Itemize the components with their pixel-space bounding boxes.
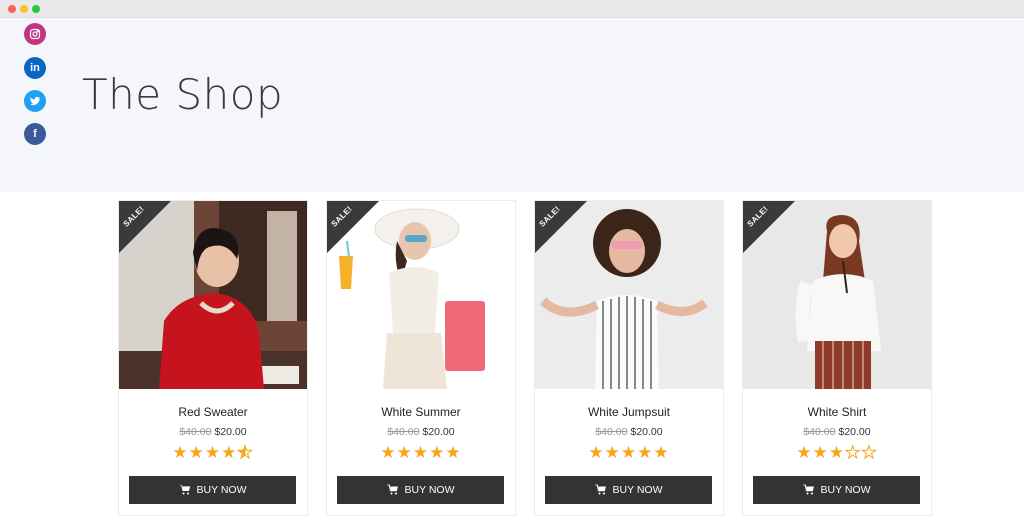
empty-star-icon: ★ <box>845 443 862 462</box>
sale-price: $20.00 <box>838 426 871 438</box>
old-price: $40.00 <box>387 426 420 438</box>
half-star-icon: ★ <box>237 443 254 462</box>
twitter-icon <box>30 96 41 106</box>
star-icon: ★ <box>396 443 413 462</box>
buy-now-button[interactable]: BUY NOW <box>337 476 504 504</box>
rating-stars: ★★★★★ <box>119 443 307 462</box>
rating-stars: ★★★★★ <box>535 444 723 462</box>
cart-icon <box>387 484 398 495</box>
star-icon: ★ <box>188 443 205 462</box>
old-price: $40.00 <box>803 426 836 438</box>
twitter-link[interactable] <box>24 90 46 112</box>
page-title: The Shop <box>82 70 284 119</box>
star-icon: ★ <box>204 443 222 462</box>
cart-icon <box>803 484 814 495</box>
empty-star-icon: ★ <box>861 443 878 462</box>
product-price: $40.00 $20.00 <box>743 426 931 438</box>
product-price: $40.00 $20.00 <box>327 426 515 438</box>
star-icon: ★ <box>812 443 829 462</box>
browser-window: The Shop in f SALE! Red Sweater $40.00 $… <box>0 0 1024 531</box>
close-window-button[interactable] <box>8 5 16 13</box>
sale-badge-label: SALE! <box>329 204 354 229</box>
product-card[interactable]: SALE! White Summer $40.00 $20.00 ★★★★★ BU… <box>326 200 516 516</box>
sale-badge: SALE! <box>535 201 587 253</box>
buy-now-label: BUY NOW <box>612 484 663 496</box>
title-bar <box>0 0 1024 18</box>
star-icon: ★ <box>221 443 238 462</box>
buy-now-label: BUY NOW <box>196 484 247 496</box>
minimize-window-button[interactable] <box>20 5 28 13</box>
product-price: $40.00 $20.00 <box>535 426 723 438</box>
product-card[interactable]: SALE! Red Sweater $40.00 $20.00 ★★★★★ BUY… <box>118 200 308 516</box>
star-icon: ★ <box>653 443 670 462</box>
sale-badge-label: SALE! <box>121 204 146 229</box>
sale-price: $20.00 <box>214 426 247 438</box>
star-icon: ★ <box>172 443 189 462</box>
sale-price: $20.00 <box>630 426 663 438</box>
sale-badge: SALE! <box>119 201 171 253</box>
product-name[interactable]: White Shirt <box>743 405 931 419</box>
page-header: The Shop <box>0 18 1024 192</box>
star-icon: ★ <box>588 443 605 462</box>
product-price: $40.00 $20.00 <box>119 426 307 438</box>
instagram-link[interactable] <box>24 23 46 45</box>
star-icon: ★ <box>429 443 446 462</box>
star-icon: ★ <box>796 443 813 462</box>
facebook-icon: f <box>33 128 37 140</box>
buy-now-button[interactable]: BUY NOW <box>129 476 296 504</box>
sale-price: $20.00 <box>422 426 455 438</box>
sale-badge-label: SALE! <box>745 204 770 229</box>
product-name[interactable]: White Summer <box>327 405 515 419</box>
old-price: $40.00 <box>595 426 628 438</box>
rating-stars: ★★★★★ <box>327 444 515 462</box>
product-name[interactable]: Red Sweater <box>119 405 307 419</box>
star-icon: ★ <box>445 443 462 462</box>
buy-now-button[interactable]: BUY NOW <box>753 476 920 504</box>
rating-stars: ★★★★★ <box>743 443 931 462</box>
buy-now-label: BUY NOW <box>820 484 871 496</box>
star-icon: ★ <box>828 443 846 462</box>
product-name[interactable]: White Jumpsuit <box>535 405 723 419</box>
linkedin-link[interactable]: in <box>24 57 46 79</box>
cart-icon <box>179 484 190 495</box>
product-card[interactable]: SALE! White Jumpsuit $40.00 $20.00 ★★★★★ … <box>534 200 724 516</box>
old-price: $40.00 <box>179 426 212 438</box>
buy-now-label: BUY NOW <box>404 484 455 496</box>
star-icon: ★ <box>637 443 654 462</box>
sale-badge-label: SALE! <box>537 204 562 229</box>
product-card[interactable]: SALE! White Shirt $40.00 $20.00 ★★★★★ BUY… <box>742 200 932 516</box>
star-icon: ★ <box>620 443 638 462</box>
sale-badge: SALE! <box>743 201 795 253</box>
maximize-window-button[interactable] <box>32 5 40 13</box>
facebook-link[interactable]: f <box>24 123 46 145</box>
star-icon: ★ <box>412 443 430 462</box>
cart-icon <box>595 484 606 495</box>
star-icon: ★ <box>380 443 397 462</box>
linkedin-icon: in <box>30 62 40 74</box>
sale-badge: SALE! <box>327 201 379 253</box>
buy-now-button[interactable]: BUY NOW <box>545 476 712 504</box>
star-icon: ★ <box>604 443 621 462</box>
instagram-icon <box>29 28 41 40</box>
